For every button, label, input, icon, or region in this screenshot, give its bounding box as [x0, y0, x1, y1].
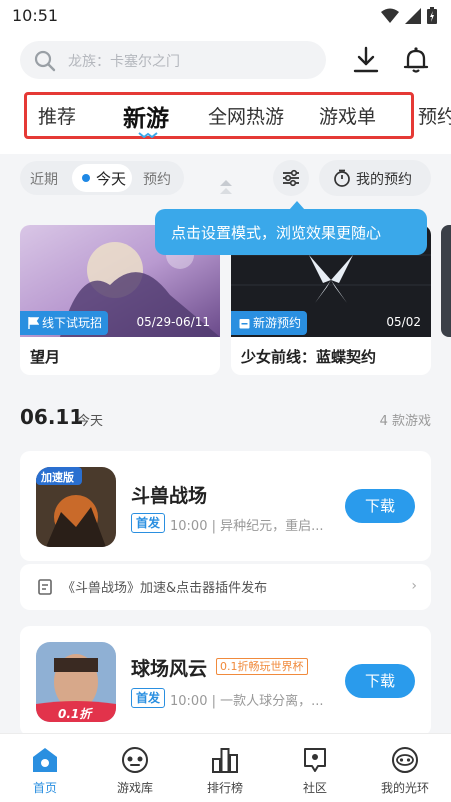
banner-tag: 线下试玩招 — [20, 311, 109, 335]
banner-tag-label: 新游预约 — [253, 316, 302, 330]
section-date: 06.11 — [20, 405, 84, 429]
battery-icon — [427, 7, 437, 24]
tab-recommend[interactable]: 推荐 — [38, 102, 76, 129]
tab-reservations[interactable]: 预约 — [418, 102, 451, 129]
section-count: 4 款游戏 — [379, 414, 431, 429]
news-text: 《斗兽战场》加速&点击器插件发布 — [62, 581, 268, 596]
banner-date: 05/02 — [386, 315, 421, 329]
my-reservations-button[interactable]: 我的预约 — [319, 160, 431, 196]
news-item[interactable]: 《斗兽战场》加速&点击器插件发布 › — [20, 564, 431, 610]
timer-icon — [334, 169, 350, 187]
nav-community[interactable]: 社区 — [270, 734, 360, 802]
signal-icon — [405, 7, 421, 24]
section-day: 今天 — [77, 414, 104, 429]
banner-tag: 新游预约 — [231, 311, 308, 335]
flag-icon — [28, 317, 40, 329]
ranking-icon — [212, 748, 238, 773]
status-icons — [381, 7, 437, 24]
game-name: 斗兽战场 — [131, 485, 208, 507]
filter-today[interactable]: 今天 — [96, 168, 126, 189]
search-icon — [34, 50, 56, 72]
calendar-icon — [239, 319, 250, 329]
game-meta: 10:00 | 一款人球分离，... — [170, 694, 324, 709]
tab-game-lists[interactable]: 游戏单 — [319, 102, 376, 129]
download-button[interactable]: 下载 — [345, 489, 415, 523]
scroll-up-icon — [220, 180, 232, 194]
game-icon-label: 0.1折 — [58, 707, 92, 721]
tooltip-pointer — [289, 201, 305, 210]
nav-home[interactable]: 首页 — [0, 734, 90, 802]
sliders-icon — [283, 169, 299, 187]
search-input[interactable]: 龙族：卡塞尔之门 — [20, 41, 326, 79]
nav-game-library[interactable]: 游戏库 — [90, 734, 180, 802]
banner-title: 望月 — [30, 348, 61, 366]
first-release-badge: 首发 — [131, 688, 165, 708]
active-tab-indicator — [138, 132, 158, 138]
display-settings-button[interactable] — [273, 160, 309, 196]
download-icon[interactable] — [352, 46, 380, 74]
nav-label: 我的光环 — [380, 781, 429, 795]
banner-title: 少女前线：蓝蝶契约 — [241, 348, 377, 366]
nav-label: 排行榜 — [206, 781, 243, 795]
tooltip-text: 点击设置模式，浏览效果更随心 — [171, 224, 382, 242]
game-icon-label: 加速版 — [41, 471, 74, 484]
nav-label: 游戏库 — [116, 781, 153, 795]
game-desc: 一款人球分离，... — [220, 694, 324, 709]
bottom-nav: 首页 游戏库 排行榜 社区 我的光环 — [0, 733, 451, 802]
banner-tag-label: 线下试玩招 — [42, 316, 103, 330]
banner-card-peek[interactable] — [441, 225, 451, 337]
tab-new-games[interactable]: 新游 — [123, 99, 169, 133]
status-bar: 10:51 — [0, 0, 451, 32]
my-reservations-label: 我的预约 — [356, 172, 412, 188]
tab-hot-games[interactable]: 全网热游 — [208, 102, 284, 129]
filter-recent[interactable]: 近期 — [30, 169, 58, 189]
first-release-badge: 首发 — [131, 513, 165, 533]
wifi-icon — [381, 8, 399, 23]
game-card[interactable]: 加速版 斗兽战场 首发 10:00 | 异种纪元，重启... 下载 — [20, 451, 431, 561]
chevron-right-icon: › — [411, 578, 417, 594]
game-time: 10:00 — [170, 694, 208, 709]
document-icon — [38, 579, 52, 595]
game-icon: 加速版 — [36, 467, 116, 547]
game-card[interactable]: 0.1折 球场风云 0.1折畅玩世界杯 首发 10:00 | 一款人球分离，..… — [20, 626, 431, 736]
profile-icon — [392, 747, 418, 773]
status-time: 10:51 — [12, 6, 59, 25]
download-button[interactable]: 下载 — [345, 664, 415, 698]
settings-tooltip[interactable]: 点击设置模式，浏览效果更随心 — [155, 201, 427, 255]
today-dot-icon — [82, 174, 90, 182]
nav-rankings[interactable]: 排行榜 — [180, 734, 270, 802]
filter-reserve[interactable]: 预约 — [143, 169, 171, 189]
game-name: 球场风云 — [131, 658, 208, 680]
community-icon — [304, 748, 326, 772]
promo-badge: 0.1折畅玩世界杯 — [216, 658, 308, 675]
game-meta: 10:00 | 异种纪元，重启... — [170, 519, 324, 534]
bell-icon[interactable] — [402, 46, 430, 74]
search-placeholder: 龙族：卡塞尔之门 — [68, 54, 180, 70]
home-icon — [33, 748, 57, 772]
game-icon: 0.1折 — [36, 642, 116, 722]
nav-label: 社区 — [302, 781, 327, 795]
banner-date: 05/29-06/11 — [136, 315, 211, 329]
header: 龙族：卡塞尔之门 推荐 新游 全网热游 游戏单 预约 — [0, 32, 451, 154]
nav-profile[interactable]: 我的光环 — [360, 734, 450, 802]
game-desc: 异种纪元，重启... — [220, 519, 324, 534]
gamepad-icon — [122, 747, 148, 773]
nav-label: 首页 — [32, 781, 57, 795]
game-time: 10:00 — [170, 519, 208, 534]
